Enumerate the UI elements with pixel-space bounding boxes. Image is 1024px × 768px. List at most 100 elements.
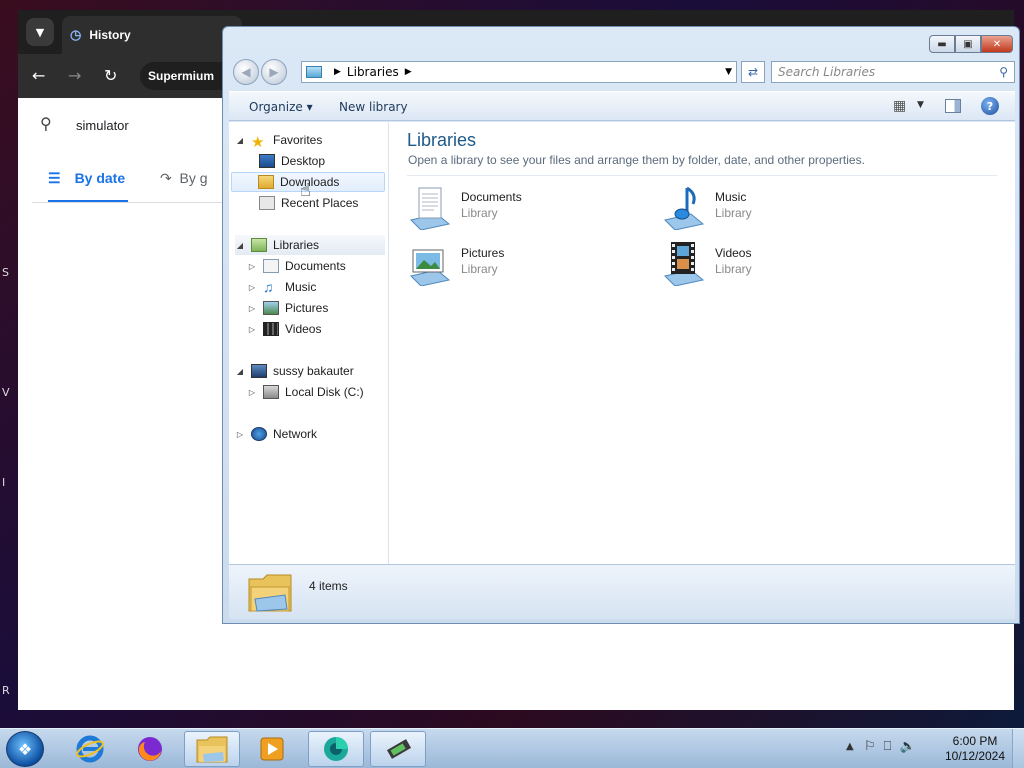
breadcrumb-arrow-icon[interactable]: ▶ xyxy=(405,67,412,77)
nav-documents[interactable]: ▷ Documents xyxy=(247,256,385,276)
tab-by-date[interactable]: ☰ By date xyxy=(48,170,125,187)
internet-explorer-icon xyxy=(76,735,104,763)
address-dropdown-icon[interactable]: ▼ xyxy=(725,67,732,77)
taskbar-media-player[interactable] xyxy=(244,731,300,767)
view-dropdown-icon[interactable]: ▼ xyxy=(917,100,924,110)
downloads-folder-icon xyxy=(258,175,274,189)
nav-local-disk[interactable]: ▷ Local Disk (C:) xyxy=(247,382,385,402)
tab-title: History xyxy=(89,28,131,42)
breadcrumb-arrow-icon[interactable]: ▶ xyxy=(334,67,341,77)
reload-icon[interactable]: ↻ xyxy=(104,66,117,85)
videos-library-icon xyxy=(664,242,705,286)
pictures-library-icon xyxy=(410,249,451,286)
nav-label: Recent Places xyxy=(281,196,359,210)
expand-icon[interactable]: ▷ xyxy=(247,304,257,313)
nav-recent-places[interactable]: Recent Places xyxy=(259,193,385,213)
explorer-window: ▬ ▣ ✕ ◀ ▶ ▶ Libraries ▶ ▼ ⇄ Search Libra… xyxy=(222,26,1020,624)
library-type: Library xyxy=(461,262,498,276)
expand-icon[interactable]: ▷ xyxy=(247,283,257,292)
network-status-icon[interactable]: ⎕ xyxy=(884,739,892,754)
page-title: Libraries xyxy=(407,130,477,150)
folder-icon xyxy=(196,736,228,763)
nav-videos[interactable]: ▷ Videos xyxy=(247,319,385,339)
expand-icon[interactable]: ▷ xyxy=(247,325,257,334)
search-icon[interactable]: ⚲ xyxy=(999,65,1008,79)
forward-icon[interactable]: → xyxy=(68,66,81,85)
libraries-folder-icon xyxy=(248,574,292,612)
refresh-button[interactable]: ⇄ xyxy=(741,61,765,83)
app-icon xyxy=(386,739,412,759)
network-icon xyxy=(251,427,267,441)
change-view-icon[interactable]: ▦ xyxy=(893,98,906,114)
search-input[interactable]: Search Libraries ⚲ xyxy=(771,61,1015,83)
expand-icon[interactable]: ▷ xyxy=(247,388,257,397)
tab-search-button[interactable]: ▼ xyxy=(26,18,54,46)
nav-label: Favorites xyxy=(273,133,323,147)
taskbar-firefox[interactable] xyxy=(122,731,178,767)
music-library-icon xyxy=(664,186,705,230)
desktop-edge-text: S xyxy=(2,266,9,279)
nav-label: Local Disk (C:) xyxy=(285,385,364,399)
expand-icon[interactable]: ▷ xyxy=(247,262,257,271)
collapse-icon[interactable]: ◢ xyxy=(235,367,245,376)
system-tray: ⚐ ⎕ 🔈 xyxy=(864,739,916,754)
back-icon[interactable]: ← xyxy=(32,66,45,85)
nav-music[interactable]: ▷ ♫ Music xyxy=(247,277,385,297)
taskbar-supermium[interactable] xyxy=(308,731,364,767)
libraries-icon xyxy=(251,238,267,252)
desktop-edge-text: V xyxy=(2,386,10,399)
start-button[interactable]: ❖ xyxy=(6,731,44,767)
maximize-button[interactable]: ▣ xyxy=(955,35,981,53)
volume-muted-icon[interactable]: 🔈 xyxy=(899,739,915,754)
nav-network[interactable]: ▷ Network xyxy=(235,424,385,444)
hard-disk-icon xyxy=(263,385,279,399)
collapse-icon[interactable]: ◢ xyxy=(235,241,245,250)
taskbar-internet-explorer[interactable] xyxy=(62,731,118,767)
library-item-pictures[interactable]: Pictures Library xyxy=(407,240,647,288)
nav-computer[interactable]: ◢ sussy bakauter xyxy=(235,361,385,381)
taskbar-app[interactable] xyxy=(370,731,426,767)
organize-button[interactable]: Organize ▾ xyxy=(249,100,313,114)
hand-cursor-icon: ☝ xyxy=(300,180,311,201)
item-count: 4 items xyxy=(309,579,348,593)
library-name: Pictures xyxy=(461,246,505,260)
minimize-button[interactable]: ▬ xyxy=(929,35,955,53)
command-bar: Organize ▾ New library ▦ ▼ ? xyxy=(229,91,1015,121)
library-type: Library xyxy=(715,206,752,220)
show-desktop-button[interactable] xyxy=(1012,729,1024,768)
address-row: ◀ ▶ ▶ Libraries ▶ ▼ ⇄ Search Libraries ⚲ xyxy=(233,59,1015,85)
history-search-input[interactable]: simulator xyxy=(76,118,129,133)
forward-button[interactable]: ▶ xyxy=(261,59,287,85)
breadcrumb-libraries[interactable]: Libraries xyxy=(347,65,399,79)
library-item-videos[interactable]: Videos Library xyxy=(661,240,901,288)
taskbar-explorer[interactable] xyxy=(184,731,240,767)
clock[interactable]: 6:00 PM 10/12/2024 xyxy=(940,734,1010,764)
nav-label: Libraries xyxy=(273,238,320,252)
help-icon[interactable]: ? xyxy=(981,97,999,115)
computer-icon xyxy=(251,364,267,378)
browser-tab-history[interactable]: ◷ History xyxy=(62,16,242,54)
show-hidden-icons-icon[interactable]: ▲ xyxy=(846,741,854,752)
media-player-icon xyxy=(260,737,284,761)
status-bar: 4 items xyxy=(229,564,1015,619)
window-controls: ▬ ▣ ✕ xyxy=(929,35,1013,53)
preview-pane-icon[interactable] xyxy=(945,99,961,113)
nav-libraries[interactable]: ◢ Libraries xyxy=(235,235,385,255)
nav-desktop[interactable]: Desktop xyxy=(259,151,385,171)
action-center-flag-icon[interactable]: ⚐ xyxy=(864,739,876,754)
new-library-button[interactable]: New library xyxy=(339,100,408,114)
tab-by-group[interactable]: ↷ By g xyxy=(160,170,208,187)
pictures-icon xyxy=(263,301,279,315)
expand-icon[interactable]: ▷ xyxy=(235,430,245,439)
close-button[interactable]: ✕ xyxy=(981,35,1013,53)
nav-label: Music xyxy=(285,280,317,294)
back-button[interactable]: ◀ xyxy=(233,59,259,85)
videos-icon xyxy=(263,322,279,336)
content-pane: Libraries Open a library to see your fil… xyxy=(389,122,1015,564)
library-item-music[interactable]: Music Library xyxy=(661,184,901,232)
library-item-documents[interactable]: Documents Library xyxy=(407,184,647,232)
nav-pictures[interactable]: ▷ Pictures xyxy=(247,298,385,318)
address-bar[interactable]: ▶ Libraries ▶ ▼ xyxy=(301,61,737,83)
nav-favorites[interactable]: ◢ ★ Favorites xyxy=(235,130,385,151)
collapse-icon[interactable]: ◢ xyxy=(235,136,245,145)
